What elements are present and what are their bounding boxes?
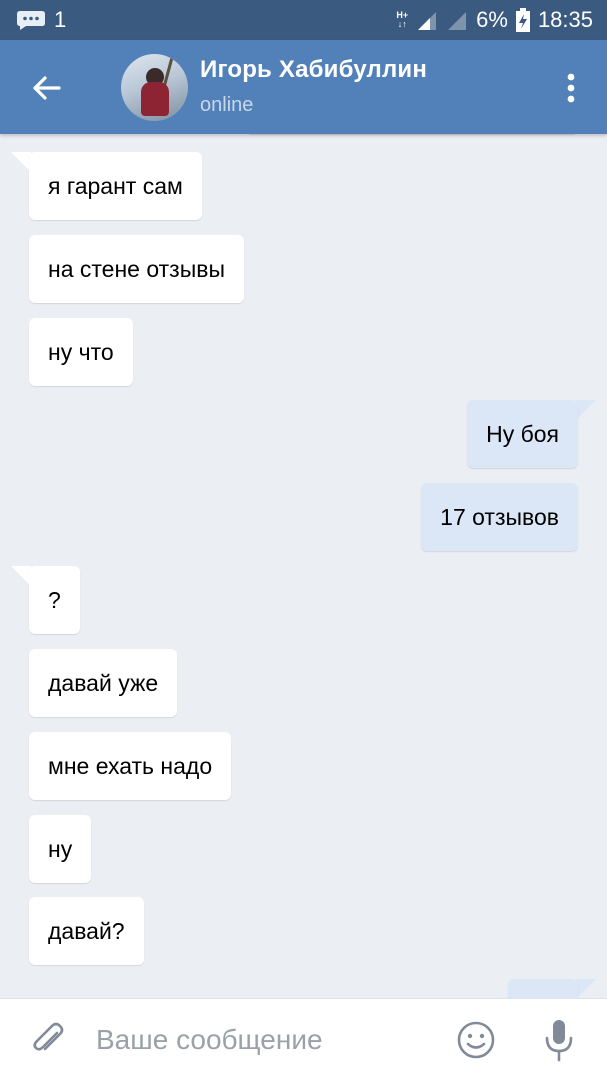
status-bar: 1 H+ ↓↑ 6% 18:35 [0, 0, 607, 40]
avatar[interactable] [121, 54, 188, 121]
more-vertical-icon[interactable] [559, 70, 583, 106]
signal-icon [418, 12, 437, 30]
bubble-tail [11, 566, 31, 586]
microphone-icon[interactable] [543, 1017, 575, 1063]
message-bubble-incoming[interactable]: ? [29, 566, 80, 634]
message-bubble-partial [508, 979, 578, 998]
message-bubble-incoming[interactable]: на стене отзывы [29, 235, 244, 303]
bubble-tail [576, 979, 596, 998]
message-icon [17, 11, 45, 30]
message-bubble-incoming[interactable]: ну что [29, 318, 133, 386]
message-bubble-incoming[interactable]: давай? [29, 897, 144, 965]
clock: 18:35 [537, 7, 593, 32]
bubble-tail [576, 400, 596, 420]
contact-status: online [200, 94, 254, 116]
contact-name[interactable]: Игорь Хабибуллин [200, 56, 427, 84]
notification-count: 1 [54, 7, 67, 32]
paperclip-icon[interactable] [28, 1020, 68, 1060]
message-bubble-outgoing[interactable]: 17 отзывов [421, 483, 578, 551]
message-bubble-outgoing[interactable]: Ну боя [467, 400, 578, 468]
smiley-icon[interactable] [456, 1020, 496, 1060]
message-list[interactable]: я гарант сам на стене отзывы ну что Ну б… [0, 134, 607, 998]
battery-percent: 6% [476, 7, 508, 32]
message-bubble-incoming[interactable]: я гарант сам [29, 152, 202, 220]
arrow-left-icon[interactable] [26, 68, 66, 108]
signal-icon-secondary [448, 12, 467, 30]
chat-header: Игорь Хабибуллин online [0, 40, 607, 134]
message-bubble-incoming[interactable]: мне ехать надо [29, 732, 232, 800]
message-bubble-incoming[interactable]: давай уже [29, 649, 178, 717]
network-type: H+ ↓↑ [396, 10, 409, 29]
battery-charging-icon [515, 8, 530, 32]
network-type-label: H+ [396, 10, 409, 20]
message-bubble-incoming[interactable]: ну [29, 815, 92, 883]
message-composer [0, 998, 607, 1081]
message-input[interactable] [96, 1019, 436, 1061]
bubble-tail [11, 152, 31, 172]
